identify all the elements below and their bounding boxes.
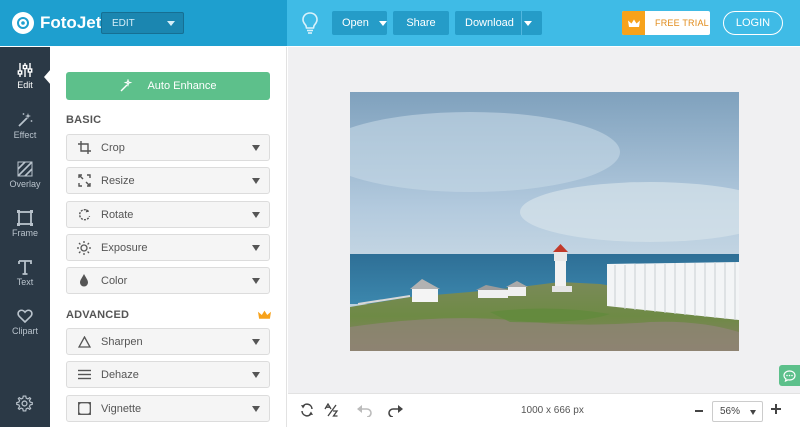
sliders-icon <box>17 63 33 77</box>
download-button-label: Download <box>465 17 514 29</box>
redo-icon[interactable] <box>388 405 404 417</box>
magic-wand-icon <box>18 113 33 127</box>
chevron-down-icon <box>378 20 387 26</box>
heart-icon <box>17 309 33 324</box>
crop-icon <box>67 141 101 154</box>
chevron-down-icon <box>252 212 260 218</box>
tool-label: Resize <box>101 174 135 187</box>
free-trial-label: FREE TRIAL <box>655 18 709 28</box>
rail-item-label: Effect <box>13 130 37 140</box>
chat-button[interactable] <box>779 365 800 386</box>
brand-name: FotoJet <box>40 13 102 32</box>
frame-icon <box>17 210 33 226</box>
top-bar: FotoJet EDIT Open Share Download FREE TR… <box>0 0 800 46</box>
tool-label: Rotate <box>101 208 134 221</box>
zoom-value: 56% <box>720 406 741 417</box>
chevron-down-icon <box>252 178 260 184</box>
tool-rail: Edit Effect Overlay Frame Text Clipart <box>0 47 51 427</box>
tool-resize[interactable]: Resize <box>66 167 270 194</box>
chevron-down-icon <box>750 410 756 415</box>
open-button-label: Open <box>342 17 369 29</box>
triangle-icon <box>67 335 101 348</box>
vignette-icon <box>67 402 101 415</box>
tool-vignette[interactable]: Vignette <box>66 395 270 422</box>
download-options-icon[interactable] <box>524 21 532 26</box>
undo-icon[interactable] <box>356 405 372 417</box>
login-button[interactable]: LOGIN <box>723 11 783 35</box>
zoom-out-icon[interactable] <box>695 410 703 412</box>
mode-select[interactable]: EDIT <box>101 12 184 34</box>
image-dimensions: 1000 x 666 px <box>521 405 584 416</box>
tool-panel: Auto Enhance BASIC Crop Resize Rotate Ex… <box>50 47 287 427</box>
divider <box>521 11 522 35</box>
rail-item-edit[interactable]: Edit <box>0 62 50 108</box>
canvas-area <box>288 47 800 393</box>
share-button[interactable]: Share <box>393 11 449 35</box>
zoom-select[interactable]: 56% <box>712 401 763 422</box>
auto-enhance-button[interactable]: Auto Enhance <box>66 72 270 100</box>
rail-item-label: Edit <box>17 80 33 90</box>
rotate-icon <box>67 208 101 221</box>
crown-icon <box>258 310 271 319</box>
resize-icon <box>67 174 101 187</box>
rail-item-label: Clipart <box>11 326 38 336</box>
section-title-advanced: ADVANCED <box>66 309 130 321</box>
rail-item-label: Overlay <box>9 179 41 189</box>
open-button[interactable]: Open <box>332 11 387 35</box>
chevron-down-icon <box>252 145 260 151</box>
download-button[interactable]: Download <box>455 11 542 35</box>
tool-label: Exposure <box>101 241 148 254</box>
logo[interactable]: FotoJet <box>12 10 101 36</box>
stripes-icon <box>17 161 33 177</box>
exposure-icon <box>67 240 101 255</box>
mode-select-value: EDIT <box>112 18 135 29</box>
droplet-icon <box>67 274 101 287</box>
tool-label: Sharpen <box>101 335 143 348</box>
auto-enhance-label: Auto Enhance <box>147 80 217 92</box>
rail-item-effect[interactable]: Effect <box>0 112 50 158</box>
rail-item-clipart[interactable]: Clipart <box>0 308 50 354</box>
tool-label: Color <box>101 274 128 287</box>
chevron-down-icon <box>252 339 260 345</box>
gear-icon[interactable] <box>16 395 33 412</box>
compare-icon[interactable] <box>324 403 339 417</box>
tool-exposure[interactable]: Exposure <box>66 234 270 261</box>
zoom-in-icon[interactable] <box>771 404 781 414</box>
tool-crop[interactable]: Crop <box>66 134 270 161</box>
lines-icon <box>67 369 101 380</box>
rail-item-frame[interactable]: Frame <box>0 210 50 256</box>
reset-icon[interactable] <box>300 403 314 417</box>
rail-item-label: Frame <box>11 228 38 238</box>
tool-dehaze[interactable]: Dehaze <box>66 361 270 388</box>
chat-icon <box>783 369 796 382</box>
free-trial-button[interactable]: FREE TRIAL <box>622 11 710 35</box>
logo-icon <box>12 12 34 34</box>
text-icon <box>18 260 32 275</box>
section-title-basic: BASIC <box>66 114 102 126</box>
chevron-down-icon <box>252 245 260 251</box>
bottom-toolbar: 1000 x 666 px 56% <box>288 393 800 427</box>
crown-icon <box>622 11 645 35</box>
tool-color[interactable]: Color <box>66 267 270 294</box>
lightbulb-icon[interactable] <box>301 11 319 35</box>
share-button-label: Share <box>406 17 436 29</box>
tool-rotate[interactable]: Rotate <box>66 201 270 228</box>
rail-item-overlay[interactable]: Overlay <box>0 161 50 207</box>
tool-label: Vignette <box>101 402 142 415</box>
rail-item-text[interactable]: Text <box>0 259 50 305</box>
chevron-down-icon <box>167 21 175 26</box>
chevron-down-icon <box>252 406 260 412</box>
chevron-down-icon <box>252 372 260 378</box>
tool-label: Dehaze <box>101 368 139 381</box>
chevron-down-icon <box>252 278 260 284</box>
magic-wand-icon <box>120 79 133 92</box>
tool-label: Crop <box>101 141 125 154</box>
photo-lighthouse[interactable] <box>350 92 739 351</box>
rail-item-label: Text <box>16 277 34 287</box>
tool-sharpen[interactable]: Sharpen <box>66 328 270 355</box>
